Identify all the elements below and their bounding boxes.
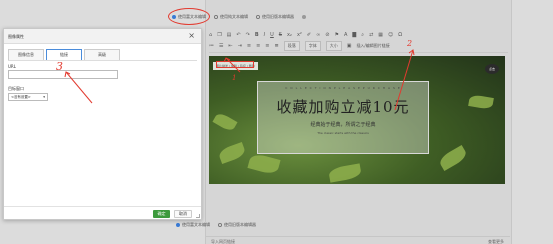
banner-subtitle: 经典始于经典，所谓之于经典 [310,122,376,128]
dialog-header[interactable]: 图像属性 × [4,29,201,44]
font-color-icon[interactable]: A [344,32,347,38]
tabs-divider [8,60,197,61]
resize-handle[interactable] [196,214,200,218]
toolbar-row-1: ⌂ ❐ ▤ ↶ ↷ B I U S x₂ x² ✐ ∞ ⊘ ⚑ A ▇ ⌕ ⇄ … [209,30,402,40]
editor-toolbar: ⌂ ❐ ▤ ↶ ↷ B I U S x₂ x² ✐ ∞ ⊘ ⚑ A ▇ ⌕ ⇄ … [209,28,508,53]
insert-image-label[interactable]: 插入/编辑图片链接 [356,43,389,49]
mode-source-radio-bottom[interactable] [218,223,222,227]
size-select[interactable]: 大小 [325,41,342,51]
close-icon[interactable]: × [188,32,195,40]
annotation-box [216,61,254,68]
banner-title: 收藏加购立减10元 [276,98,410,116]
source-icon[interactable]: ⌂ [209,32,212,38]
ok-button[interactable]: 确定 [153,210,170,218]
numbered-list-icon[interactable]: ≔ [209,43,214,49]
superscript-icon[interactable]: x² [297,32,302,38]
target-window-value: <没有设置> [11,94,31,99]
italic-icon[interactable]: I [264,32,265,38]
dialog-footer: 确定 取消 [4,206,201,219]
url-label: URL [8,64,16,69]
mode-source-label[interactable]: 使用旧版本编辑器 [262,14,294,20]
cancel-button[interactable]: 取消 [174,210,192,218]
special-char-icon[interactable]: Ω [398,32,402,38]
banner-collection-text: C O L L E C T I O N P L E A S E P U R C … [285,86,401,90]
mode-rich-label-bottom[interactable]: 使用富文本编辑 [182,222,210,228]
mode-plain-label[interactable]: 使用纯文本编辑 [220,14,248,20]
align-left-icon[interactable]: ≡ [247,43,251,49]
strike-icon[interactable]: S [279,32,282,38]
subscript-icon[interactable]: x₂ [287,32,292,38]
leaf-decoration [247,152,281,176]
align-right-icon[interactable]: ≡ [265,43,269,49]
leaf-decoration [437,144,469,172]
annotation-number-3: 3 [56,60,63,73]
emoticon-icon[interactable]: ☺ [388,32,393,38]
image-icon[interactable]: ▣ [347,43,352,49]
justify-icon[interactable]: ≣ [275,43,279,49]
bold-icon[interactable]: B [255,32,259,38]
leaf-decoration [328,163,362,183]
annotation-ellipse [168,8,210,25]
clear-format-icon[interactable]: ✐ [307,32,311,38]
outdent-icon[interactable]: ⇤ [228,43,232,49]
font-select[interactable]: 字体 [304,41,321,51]
help-icon[interactable] [302,14,306,19]
undo-icon[interactable]: ↶ [236,32,240,38]
leaf-decoration [217,141,247,165]
mode-rich-radio-bottom[interactable] [176,223,180,227]
annotation-number-1: 1 [232,74,237,82]
banner-frame: C O L L E C T I O N P L E A S E P U R C … [257,81,429,154]
image-properties-dialog: 图像属性 × 图像信息 链接 高级 URL 目标窗口 <没有设置> ▾ 确定 取… [3,28,202,220]
format-select[interactable]: 段落 [283,41,300,51]
redo-icon[interactable]: ↷ [246,32,250,38]
toolbar-row-2: ≔ ☰ ⇤ ⇥ ≡ ≡ ≡ ≣ 段落 字体 大小 ▣ 插入/编辑图片链接 [209,41,390,51]
mode-source-radio[interactable] [256,14,260,19]
chevron-down-icon: ▾ [43,95,45,99]
copy-icon[interactable]: ❐ [217,32,221,38]
anchor-icon[interactable]: ⚑ [334,32,338,38]
paste-icon[interactable]: ▤ [227,32,232,38]
footer-right-link[interactable]: 查看更多 [488,239,504,244]
annotation-number-2: 2 [407,39,413,48]
bg-color-icon[interactable]: ▇ [352,32,356,38]
leaf-decoration [212,111,238,133]
mode-source-label-bottom[interactable]: 使用旧版本编辑器 [224,222,256,228]
unlink-icon[interactable]: ⊘ [325,32,329,38]
align-center-icon[interactable]: ≡ [256,43,260,49]
target-window-label: 目标窗口 [8,86,24,91]
content-image[interactable]: 图片描述 | 编辑 | 链接 | 删除 点击 C O L L E C T I O… [209,56,505,184]
url-input[interactable] [8,70,118,79]
underline-icon[interactable]: U [270,32,274,38]
editor-mode-selector-bottom: 使用富文本编辑 使用旧版本编辑器 [176,221,262,229]
leaf-decoration [468,94,494,110]
dialog-title: 图像属性 [8,34,24,39]
mode-plain-radio[interactable] [214,14,218,19]
find-icon[interactable]: ⌕ [361,32,364,38]
indent-icon[interactable]: ⇥ [238,43,242,49]
footer-left-link[interactable]: 导入网页链接 [211,239,235,244]
select-all-icon[interactable]: ▦ [378,32,383,38]
link-icon[interactable]: ∞ [316,32,320,38]
replace-icon[interactable]: ⇄ [369,32,373,38]
editor-footer: 导入网页链接 查看更多 [205,236,510,244]
banner-tiny-text: The classic starts with the classics [317,131,369,135]
target-window-select[interactable]: <没有设置> ▾ [8,93,48,101]
click-badge[interactable]: 点击 [485,64,499,74]
bullet-list-icon[interactable]: ☰ [219,43,223,49]
